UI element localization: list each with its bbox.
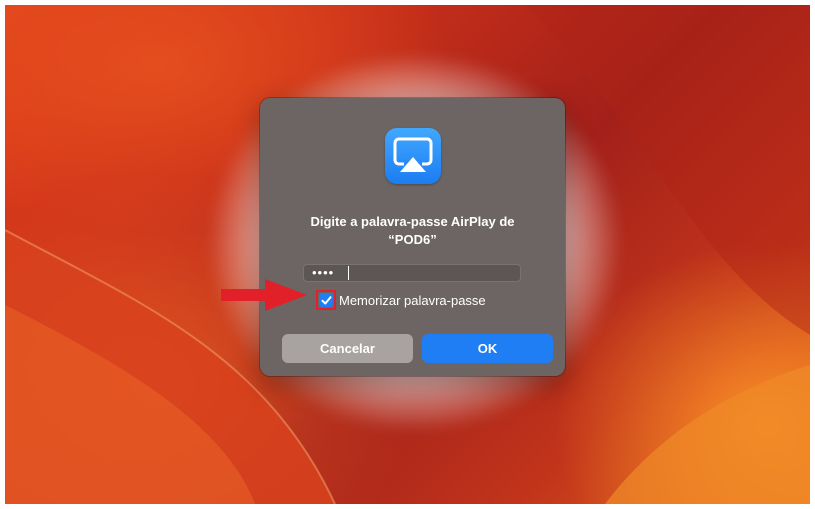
airplay-icon	[385, 128, 441, 184]
remember-password-checkbox[interactable]	[319, 293, 333, 307]
desktop-wallpaper: Digite a palavra-passe AirPlay de “POD6”…	[5, 5, 810, 504]
dialog-title-line2: “POD6”	[388, 232, 437, 247]
checkmark-icon	[321, 295, 331, 304]
cancel-button[interactable]: Cancelar	[282, 334, 413, 363]
checkbox-highlight	[316, 290, 336, 310]
text-caret	[348, 266, 349, 280]
airplay-password-dialog: Digite a palavra-passe AirPlay de “POD6”…	[260, 98, 565, 376]
red-arrow-right-icon	[221, 279, 307, 311]
password-field[interactable]: ••••	[303, 264, 521, 282]
remember-password-row[interactable]: Memorizar palavra-passe	[316, 290, 486, 310]
dialog-title: Digite a palavra-passe AirPlay de “POD6”	[280, 213, 545, 249]
dialog-title-line1: Digite a palavra-passe AirPlay de	[310, 214, 515, 229]
remember-password-label: Memorizar palavra-passe	[339, 292, 486, 308]
ok-button[interactable]: OK	[422, 334, 553, 363]
